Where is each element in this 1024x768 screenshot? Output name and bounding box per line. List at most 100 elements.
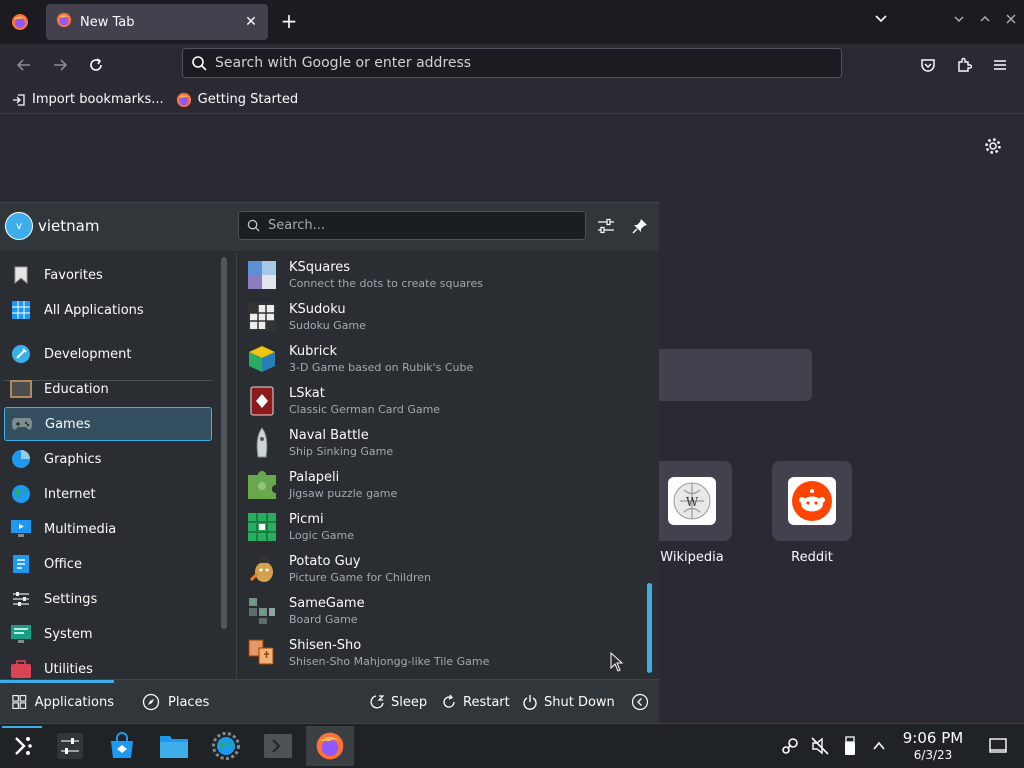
tab-bar: New Tab ✕ + (0, 0, 1024, 44)
launcher-search[interactable] (238, 211, 586, 240)
category-education[interactable]: Education (4, 372, 212, 406)
ksudoku-icon (245, 300, 279, 334)
app-samegame[interactable]: SameGame Board Game (245, 590, 635, 632)
category-utilities[interactable]: Utilities (4, 652, 212, 679)
search-icon (247, 219, 260, 232)
minimize-icon[interactable] (946, 10, 972, 34)
new-tab-button[interactable]: + (278, 11, 300, 33)
reload-button[interactable] (83, 52, 109, 78)
category-graphics[interactable]: Graphics (4, 442, 212, 476)
taskbar-discover[interactable] (100, 726, 144, 766)
taskbar-konsole[interactable] (256, 726, 300, 766)
show-desktop-icon[interactable] (987, 735, 1009, 757)
back-button[interactable] (11, 52, 37, 78)
tab-places[interactable]: Places (142, 680, 209, 724)
taskbar-system-settings[interactable] (48, 726, 92, 766)
app-naval-battle[interactable]: Naval Battle Ship Sinking Game (245, 422, 635, 464)
search-icon (192, 56, 207, 71)
category-development[interactable]: Development (4, 337, 212, 371)
application-list: KSquares Connect the dots to create squar… (236, 253, 642, 679)
category-list: Favorites All Applications Development E… (0, 253, 216, 679)
url-input[interactable] (215, 55, 815, 71)
launcher-footer: Applications Places Sleep Restart Shut D… (0, 679, 659, 724)
restart-button[interactable]: Restart (441, 680, 510, 724)
tab-new-tab[interactable]: New Tab ✕ (46, 4, 268, 40)
usb-drive-icon[interactable] (839, 735, 861, 757)
reddit-icon (788, 477, 836, 525)
app-kubrick[interactable]: Kubrick 3-D Game based on Rubik's Cube (245, 338, 635, 380)
chevron-up-icon[interactable] (868, 735, 890, 757)
digital-clock[interactable]: 9:06 PM 6/3/23 (898, 730, 968, 763)
app-picmi[interactable]: Picmi Logic Game (245, 506, 635, 548)
more-options-button[interactable] (631, 680, 649, 724)
sliders-icon (57, 733, 83, 759)
tab-applications[interactable]: Applications (0, 680, 114, 724)
window-close-icon[interactable] (998, 10, 1024, 34)
wikipedia-icon: W (668, 477, 716, 525)
url-bar[interactable] (182, 48, 842, 78)
picmi-icon (245, 510, 279, 544)
category-games[interactable]: Games (4, 407, 212, 441)
taskbar-firefox[interactable] (306, 726, 354, 766)
category-office[interactable]: Office (4, 547, 212, 581)
launcher-search-input[interactable] (268, 218, 568, 233)
category-settings[interactable]: Settings (4, 582, 212, 616)
app-potato-guy[interactable]: Potato Guy Picture Game for Children (245, 548, 635, 590)
launcher-active-indicator (2, 726, 42, 728)
import-icon (13, 93, 25, 106)
puzzle-icon (958, 57, 972, 72)
application-launcher-button[interactable] (0, 726, 44, 766)
app-palapeli[interactable]: Palapeli Jigsaw puzzle game (245, 464, 635, 506)
app-lskat[interactable]: LSkat Classic German Card Game (245, 380, 635, 422)
menu-button[interactable] (987, 52, 1013, 78)
extensions-button[interactable] (951, 52, 977, 78)
app-shisen-sho[interactable]: Shisen-Sho Shisen-Sho Mahjongg-like Tile … (245, 632, 635, 674)
hamburger-icon (994, 60, 1006, 70)
taskbar-dolphin[interactable] (152, 726, 196, 766)
configure-icon[interactable] (595, 215, 617, 237)
forward-button[interactable] (47, 52, 73, 78)
firefox-view-icon[interactable] (8, 10, 32, 34)
shisen-sho-icon (245, 636, 279, 670)
shortcut-reddit[interactable] (772, 461, 852, 541)
app-ksudoku[interactable]: KSudoku Sudoku Game (245, 296, 635, 338)
list-tabs-icon[interactable] (868, 10, 894, 34)
pocket-button[interactable] (915, 52, 941, 78)
steam-tray-icon[interactable] (779, 735, 801, 757)
terminal-icon (264, 734, 292, 758)
grid-icon (12, 695, 27, 709)
compass-icon (142, 693, 160, 711)
category-all-applications[interactable]: All Applications (4, 293, 212, 327)
username: vietnam (38, 217, 100, 235)
maximize-icon[interactable] (972, 10, 998, 34)
gear-icon[interactable] (984, 137, 1002, 155)
close-icon[interactable]: ✕ (242, 13, 260, 31)
category-internet[interactable]: Internet (4, 477, 212, 511)
category-multimedia[interactable]: Multimedia (4, 512, 212, 546)
taskbar-discover-globe[interactable] (204, 726, 248, 766)
category-system[interactable]: System (4, 617, 212, 651)
volume-muted-icon[interactable] (809, 735, 831, 757)
shortcut-wikipedia[interactable]: W (652, 461, 732, 541)
category-favorites[interactable]: Favorites (4, 258, 212, 292)
application-scrollbar[interactable] (647, 583, 652, 673)
lskat-icon (245, 384, 279, 418)
launcher-header: v vietnam (0, 203, 659, 251)
grid-icon (10, 299, 32, 321)
pin-icon[interactable] (629, 215, 651, 237)
restart-icon (443, 694, 455, 708)
bookmark-getting-started[interactable]: Getting Started (176, 92, 298, 108)
graphics-icon (10, 448, 32, 470)
page-search-box[interactable] (658, 349, 812, 401)
bookmark-import[interactable]: Import bookmarks... (12, 92, 164, 107)
steamos-icon (15, 737, 32, 755)
sleep-button[interactable]: Sleep (369, 680, 427, 724)
app-ksquares[interactable]: KSquares Connect the dots to create squar… (245, 254, 635, 296)
globe-gear-icon (212, 732, 240, 760)
shutdown-button[interactable]: Shut Down (522, 680, 615, 724)
avatar[interactable]: v (5, 212, 33, 240)
taskbar: 9:06 PM 6/3/23 (0, 723, 1024, 768)
category-scrollbar[interactable] (221, 257, 227, 629)
pocket-icon (921, 59, 935, 72)
tab-title: New Tab (80, 14, 135, 30)
